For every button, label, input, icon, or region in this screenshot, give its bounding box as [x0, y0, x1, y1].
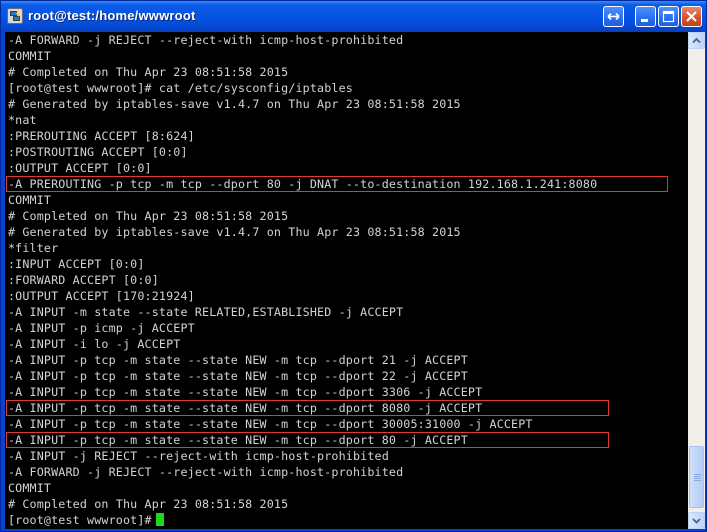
- maximize-icon: [662, 10, 675, 23]
- terminal-line: :PREROUTING ACCEPT [8:624]: [8, 129, 195, 143]
- terminal-window: root@test:/home/wwwroot -A FORWARD -j RE…: [0, 0, 707, 532]
- chevron-down-icon: [692, 518, 701, 524]
- close-button[interactable]: [681, 6, 702, 27]
- terminal-line: :INPUT ACCEPT [0:0]: [8, 257, 145, 271]
- terminal-line: -A INPUT -j REJECT --reject-with icmp-ho…: [8, 449, 389, 463]
- grip-line: [694, 476, 701, 477]
- terminal-line: :FORWARD ACCEPT [0:0]: [8, 273, 159, 287]
- shell-prompt: [root@test wwwroot]#: [8, 513, 152, 527]
- putty-app-icon[interactable]: [7, 8, 23, 24]
- terminal-line: COMMIT: [8, 193, 52, 207]
- terminal-line: COMMIT: [8, 49, 52, 63]
- terminal-line: # Completed on Thu Apr 23 08:51:58 2015: [8, 65, 289, 79]
- scrollbar-thumb[interactable]: [689, 446, 704, 508]
- highlight-box-port-8080-rule: [6, 400, 609, 416]
- double-arrow-icon: [607, 12, 620, 21]
- maximize-button[interactable]: [658, 6, 679, 27]
- terminal-line: COMMIT: [8, 481, 52, 495]
- window-title: root@test:/home/wwwroot: [28, 8, 196, 23]
- terminal-line: :POSTROUTING ACCEPT [0:0]: [8, 145, 188, 159]
- terminal-line: # Generated by iptables-save v1.4.7 on T…: [8, 97, 461, 111]
- terminal-line: -A INPUT -p tcp -m state --state NEW -m …: [8, 369, 468, 383]
- grip-line: [694, 478, 701, 479]
- close-icon: [686, 11, 697, 22]
- text-cursor: [155, 513, 164, 526]
- title-bar[interactable]: root@test:/home/wwwroot: [1, 1, 706, 32]
- terminal-line: # Completed on Thu Apr 23 08:51:58 2015: [8, 497, 289, 511]
- terminal-line: # Completed on Thu Apr 23 08:51:58 2015: [8, 209, 289, 223]
- terminal-line: -A INPUT -p tcp -m state --state NEW -m …: [8, 353, 468, 367]
- terminal-line: :OUTPUT ACCEPT [0:0]: [8, 161, 152, 175]
- vertical-scrollbar[interactable]: [688, 32, 705, 529]
- terminal-line: [root@test wwwroot]# cat /etc/sysconfig/…: [8, 81, 353, 95]
- scroll-down-button[interactable]: [688, 512, 705, 529]
- terminal-line: -A INPUT -p tcp -m state --state NEW -m …: [8, 417, 533, 431]
- terminal-line: -A INPUT -m state --state RELATED,ESTABL…: [8, 305, 404, 319]
- terminal-output[interactable]: -A FORWARD -j REJECT --reject-with icmp-…: [5, 32, 688, 529]
- minimize-icon: [641, 19, 648, 22]
- terminal-line: -A INPUT -p tcp -m state --state NEW -m …: [8, 385, 483, 399]
- prompt-line[interactable]: [root@test wwwroot]#: [8, 512, 164, 528]
- grip-line: [694, 480, 701, 481]
- chevron-up-icon: [692, 37, 701, 44]
- terminal-line: -A FORWARD -j REJECT --reject-with icmp-…: [8, 33, 404, 47]
- minimize-button[interactable]: [635, 6, 656, 27]
- scroll-up-button[interactable]: [688, 32, 705, 49]
- terminal-line: *nat: [8, 113, 37, 127]
- terminal-line: -A INPUT -i lo -j ACCEPT: [8, 337, 181, 351]
- terminal-line: # Generated by iptables-save v1.4.7 on T…: [8, 225, 461, 239]
- highlight-box-dnat-rule: [6, 176, 668, 192]
- grip-line: [694, 474, 701, 475]
- terminal-line: :OUTPUT ACCEPT [170:21924]: [8, 289, 195, 303]
- terminal-line: -A FORWARD -j REJECT --reject-with icmp-…: [8, 465, 404, 479]
- terminal-line: *filter: [8, 241, 59, 255]
- restore-size-button[interactable]: [603, 6, 624, 27]
- highlight-box-port-80-rule: [6, 432, 609, 448]
- terminal-line: -A INPUT -p icmp -j ACCEPT: [8, 321, 195, 335]
